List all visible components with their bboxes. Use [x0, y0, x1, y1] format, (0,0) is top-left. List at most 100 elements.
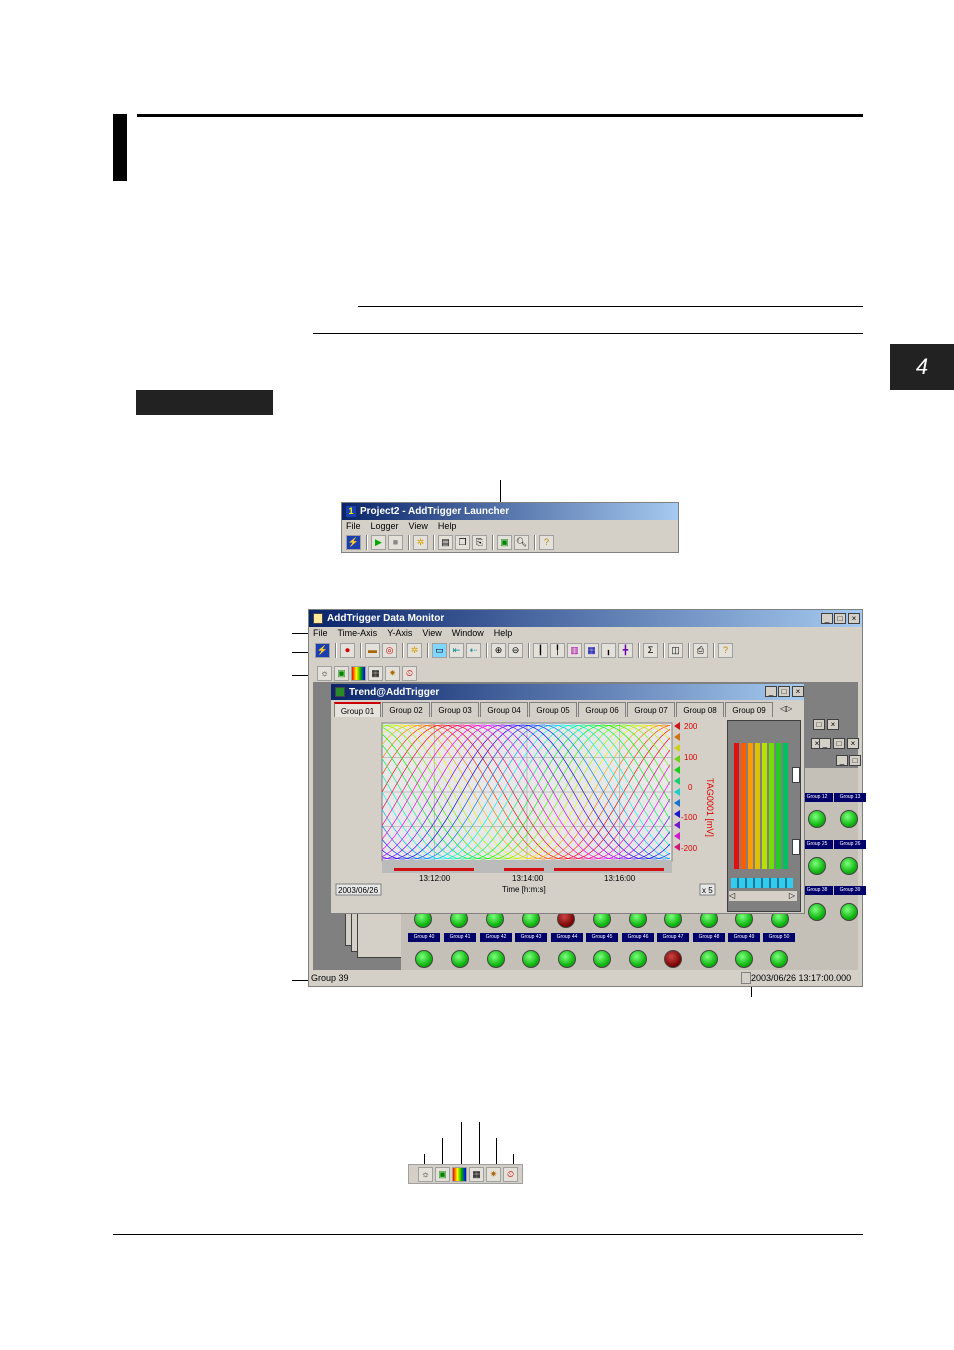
menu-window[interactable]: Window — [452, 628, 484, 638]
print-icon[interactable]: ⎙ — [693, 643, 708, 658]
group-lamp[interactable] — [770, 950, 788, 968]
bars2-icon[interactable]: ▦ — [584, 643, 599, 658]
alarm-icon[interactable]: ✷ — [486, 1166, 501, 1182]
help-icon[interactable]: ? — [718, 643, 733, 658]
meter-icon[interactable]: ☼ — [418, 1166, 433, 1182]
numeric-icon[interactable]: ▦ — [469, 1166, 484, 1182]
menu-view[interactable]: View — [409, 521, 428, 531]
play-icon[interactable]: ▶ — [371, 535, 386, 550]
launcher-titlebar[interactable]: 1 Project2 - AddTrigger Launcher — [342, 503, 678, 520]
horizontal-scrollbar[interactable]: ◁ ▷ — [729, 891, 797, 901]
multi-icon[interactable]: ╋ — [618, 643, 633, 658]
y-tick-label: 100 — [684, 753, 698, 762]
tab-group-06[interactable]: Group 06 — [578, 702, 626, 717]
cursor-icon[interactable]: ┃ — [533, 643, 548, 658]
menu-help[interactable]: Help — [438, 521, 457, 531]
bar-base — [731, 878, 793, 888]
clock-icon[interactable]: ⏲ — [402, 666, 417, 681]
group-lamp[interactable] — [415, 950, 433, 968]
help-icon[interactable]: ? — [539, 535, 554, 550]
group-lamp[interactable] — [735, 950, 753, 968]
cursor2-icon[interactable]: ╿ — [550, 643, 565, 658]
minimize-button[interactable]: _ — [821, 613, 833, 624]
numeric-icon[interactable]: ▦ — [368, 666, 383, 681]
menu-help[interactable]: Help — [494, 628, 513, 638]
database-icon[interactable]: ▤ — [438, 535, 453, 550]
bar-graph-bar — [783, 743, 788, 869]
group-lamp[interactable] — [840, 903, 858, 921]
alarm-icon[interactable]: ✷ — [385, 666, 400, 681]
event-mark — [504, 868, 544, 871]
tab-group-04[interactable]: Group 04 — [480, 702, 528, 717]
tab-group-01[interactable]: Group 01 — [334, 702, 381, 717]
group-lamp[interactable] — [487, 950, 505, 968]
data-monitor-icon[interactable]: ▣ — [497, 535, 512, 550]
trigger-icon[interactable]: ✲ — [413, 535, 428, 550]
lightning-icon[interactable]: ⚡ — [346, 535, 361, 550]
group-lamp[interactable] — [808, 857, 826, 875]
bar-graph-bar — [734, 743, 739, 869]
trend-titlebar[interactable]: Trend@AddTrigger — [331, 684, 804, 700]
menu-logger[interactable]: Logger — [371, 521, 399, 531]
maximize-button[interactable]: □ — [778, 686, 790, 697]
trend-icon[interactable]: ▣ — [435, 1166, 450, 1182]
compare-icon[interactable]: ◫ — [668, 643, 683, 658]
group-lamp[interactable] — [629, 950, 647, 968]
group-lamp[interactable] — [700, 950, 718, 968]
group-lamp[interactable] — [558, 950, 576, 968]
sigma-icon[interactable]: Σ — [643, 643, 658, 658]
bar-graph-bar — [776, 743, 781, 869]
step-icon[interactable]: ╻ — [601, 643, 616, 658]
group-tabs: Group 01 Group 02 Group 03 Group 04 Grou… — [334, 702, 802, 718]
group-lamp[interactable] — [593, 950, 611, 968]
trend-icon[interactable]: ▣ — [334, 666, 349, 681]
menu-file[interactable]: File — [346, 521, 361, 531]
display-icon[interactable]: ▭ — [432, 643, 447, 658]
bar-graph-icon[interactable] — [452, 1166, 467, 1182]
menu-file[interactable]: File — [313, 628, 328, 638]
group-lamp-alarm[interactable] — [664, 950, 682, 968]
tab-group-05[interactable]: Group 05 — [529, 702, 577, 717]
group-label: Group 50 — [763, 933, 795, 942]
bars-icon[interactable]: ▥ — [567, 643, 582, 658]
stop-icon[interactable]: ■ — [388, 535, 403, 550]
meter-icon[interactable]: ☼ — [317, 666, 332, 681]
close-button[interactable]: × — [792, 686, 804, 697]
bar-graph-icon[interactable] — [351, 666, 366, 681]
minimize-button[interactable]: _ — [765, 686, 777, 697]
scroll-back-icon[interactable]: ⇠ — [466, 643, 481, 658]
group-lamp[interactable] — [522, 950, 540, 968]
maximize-button[interactable]: □ — [834, 613, 846, 624]
monitor-app-icon — [313, 613, 323, 624]
tab-group-02[interactable]: Group 02 — [382, 702, 430, 717]
lightning-icon[interactable]: ⚡ — [315, 643, 330, 658]
tab-group-09[interactable]: Group 09 — [725, 702, 773, 717]
menu-time-axis[interactable]: Time-Axis — [338, 628, 378, 638]
menu-y-axis[interactable]: Y-Axis — [387, 628, 412, 638]
monitor-titlebar[interactable]: AddTrigger Data Monitor — [309, 610, 862, 627]
bar-icon[interactable]: ▬ — [365, 643, 380, 658]
stop-record-icon[interactable]: ⏺ — [340, 643, 355, 658]
scroll-left-icon[interactable]: ⇤ — [449, 643, 464, 658]
close-button[interactable]: × — [848, 613, 860, 624]
channel-axis-label: TAG0001 [mV] — [705, 778, 715, 837]
trigger-icon[interactable]: ✲ — [407, 643, 422, 658]
clock-icon[interactable]: ⏲ — [503, 1166, 518, 1182]
tab-group-03[interactable]: Group 03 — [431, 702, 479, 717]
group-lamp[interactable] — [808, 903, 826, 921]
viewer-icon[interactable]: 🔍︎ — [514, 535, 529, 550]
tab-group-08[interactable]: Group 08 — [676, 702, 724, 717]
tab-scroll-arrows[interactable]: ◁▷ — [780, 704, 792, 713]
date-label: 2003/06/26 — [338, 886, 379, 895]
group-lamp[interactable] — [840, 857, 858, 875]
menu-view[interactable]: View — [422, 628, 441, 638]
group-lamp[interactable] — [451, 950, 469, 968]
zoom-out-icon[interactable]: ⊖ — [508, 643, 523, 658]
target-icon[interactable]: ◎ — [382, 643, 397, 658]
export-icon[interactable]: ⎘ — [472, 535, 487, 550]
zoom-in-icon[interactable]: ⊕ — [491, 643, 506, 658]
copy-icon[interactable]: ❐ — [455, 535, 470, 550]
group-lamp[interactable] — [808, 810, 826, 828]
tab-group-07[interactable]: Group 07 — [627, 702, 675, 717]
group-lamp[interactable] — [840, 810, 858, 828]
